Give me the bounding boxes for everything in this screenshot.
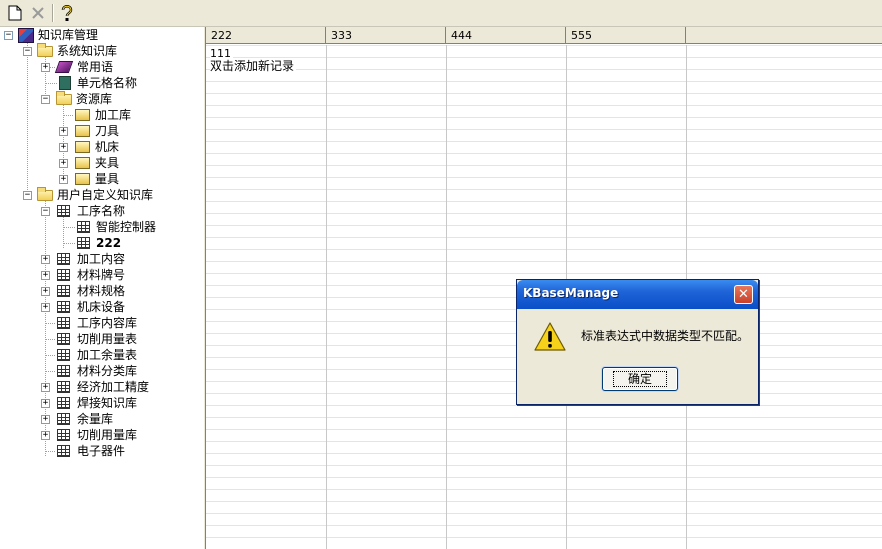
processing-content-expand-toggle[interactable]: + <box>41 255 50 264</box>
table-icon <box>57 253 70 265</box>
knowledge-tree: − 知识库管理 − 系统知识库 + 常用语 单元格名称 − 资源库 加工库 + … <box>0 27 203 549</box>
resource-icon <box>75 173 90 185</box>
new-document-icon[interactable] <box>5 3 25 23</box>
tree-item-cell-format-name[interactable]: 单元格名称 <box>77 75 137 91</box>
tree-item-electronic-devices[interactable]: 电子器件 <box>77 443 125 459</box>
folder-open-icon <box>56 91 72 105</box>
system-kb-collapse-toggle[interactable]: − <box>23 47 32 56</box>
table-icon <box>77 237 90 249</box>
warning-icon <box>534 322 566 351</box>
tree-item-allowance-lib[interactable]: 余量库 <box>77 411 113 427</box>
resource-lib-collapse-toggle[interactable]: − <box>41 95 50 104</box>
column-header[interactable]: 555 <box>566 27 686 44</box>
toolbar-separator <box>52 4 54 22</box>
delete-icon[interactable] <box>28 3 48 23</box>
tree-item-process-content-lib[interactable]: 工序内容库 <box>77 315 137 331</box>
resource-icon <box>75 157 90 169</box>
column-header[interactable]: 444 <box>446 27 566 44</box>
table-icon <box>57 349 70 361</box>
tree-item-machining-allowance-table[interactable]: 加工余量表 <box>77 347 137 363</box>
tree-item-economic-precision[interactable]: 经济加工精度 <box>77 379 149 395</box>
table-icon <box>57 445 70 457</box>
folder-open-icon <box>37 43 53 57</box>
table-icon <box>57 381 70 393</box>
tree-item-resource-lib[interactable]: 资源库 <box>76 91 112 107</box>
tree-item-material-spec[interactable]: 材料规格 <box>77 283 125 299</box>
tree-item-fixture[interactable]: 夹具 <box>95 155 119 171</box>
knowledge-base-icon <box>18 28 34 43</box>
tree-item-processing-content[interactable]: 加工内容 <box>77 251 125 267</box>
tree-item-machine[interactable]: 机床 <box>95 139 119 155</box>
table-icon <box>57 269 70 281</box>
folder-open-icon <box>37 187 53 201</box>
add-record-row[interactable]: 双击添加新记录 <box>210 60 297 73</box>
close-icon[interactable]: ✕ <box>734 285 753 304</box>
tree-item-processing-lib[interactable]: 加工库 <box>95 107 131 123</box>
root-collapse-toggle[interactable]: − <box>4 31 13 40</box>
common-phrases-expand-toggle[interactable]: + <box>41 63 50 72</box>
column-header-row: 222 333 444 555 <box>206 27 882 44</box>
resource-icon <box>75 125 90 137</box>
welding-kb-expand-toggle[interactable]: + <box>41 399 50 408</box>
tree-item-tools[interactable]: 刀具 <box>95 123 119 139</box>
tree-item-material-classification[interactable]: 材料分类库 <box>77 363 137 379</box>
tree-item-smart-controller[interactable]: 智能控制器 <box>96 219 156 235</box>
dialog-title: KBaseManage <box>523 286 619 300</box>
column-header[interactable]: 333 <box>326 27 446 44</box>
tree-item-system-kb[interactable]: 系统知识库 <box>57 43 117 59</box>
tree-item-material-grade[interactable]: 材料牌号 <box>77 267 125 283</box>
tree-item-process-name[interactable]: 工序名称 <box>77 203 125 219</box>
tree-item-welding-kb[interactable]: 焊接知识库 <box>77 395 137 411</box>
tree-item-machine-equipment[interactable]: 机床设备 <box>77 299 125 315</box>
column-divider <box>326 45 327 549</box>
table-icon <box>57 333 70 345</box>
tree-item-common-phrases[interactable]: 常用语 <box>77 59 113 75</box>
tree-item-root[interactable]: 知识库管理 <box>38 27 98 43</box>
ok-button-label: 确定 <box>612 371 667 387</box>
table-icon <box>77 221 90 233</box>
table-icon <box>57 429 70 441</box>
material-spec-expand-toggle[interactable]: + <box>41 287 50 296</box>
tree-item-gauge[interactable]: 量具 <box>95 171 119 187</box>
user-kb-collapse-toggle[interactable]: − <box>23 191 32 200</box>
gauge-expand-toggle[interactable]: + <box>59 175 68 184</box>
tree-item-222-selected[interactable]: 222 <box>96 235 121 251</box>
column-header[interactable]: 222 <box>206 27 326 44</box>
economic-precision-expand-toggle[interactable]: + <box>41 383 50 392</box>
tools-expand-toggle[interactable]: + <box>59 127 68 136</box>
book-icon <box>59 76 71 90</box>
material-grade-expand-toggle[interactable]: + <box>41 271 50 280</box>
table-icon <box>57 317 70 329</box>
column-divider <box>446 45 447 549</box>
process-name-collapse-toggle[interactable]: − <box>41 207 50 216</box>
cutting-amount-lib-expand-toggle[interactable]: + <box>41 431 50 440</box>
ok-button[interactable]: 确定 <box>602 367 678 391</box>
tree-item-user-kb[interactable]: 用户自定义知识库 <box>57 187 153 203</box>
message-dialog: KBaseManage ✕ 标准表达式中数据类型不匹配。 确定 <box>516 279 759 405</box>
phrase-gem-icon <box>54 61 74 73</box>
machine-expand-toggle[interactable]: + <box>59 143 68 152</box>
dialog-title-bar[interactable]: KBaseManage ✕ <box>517 280 758 309</box>
table-icon <box>57 413 70 425</box>
resource-icon <box>75 109 90 121</box>
table-icon <box>57 301 70 313</box>
fixture-expand-toggle[interactable]: + <box>59 159 68 168</box>
tree-item-cutting-amount-table[interactable]: 切削用量表 <box>77 331 137 347</box>
resource-icon <box>75 141 90 153</box>
table-icon <box>57 397 70 409</box>
dialog-message: 标准表达式中数据类型不匹配。 <box>581 329 750 343</box>
machine-equipment-expand-toggle[interactable]: + <box>41 303 50 312</box>
toolbar <box>0 0 882 27</box>
dialog-body: 标准表达式中数据类型不匹配。 确定 <box>520 309 755 402</box>
tree-item-cutting-amount-lib[interactable]: 切削用量库 <box>77 427 137 443</box>
help-icon[interactable] <box>57 3 77 23</box>
table-icon <box>57 205 70 217</box>
allowance-lib-expand-toggle[interactable]: + <box>41 415 50 424</box>
table-icon <box>57 365 70 377</box>
table-icon <box>57 285 70 297</box>
